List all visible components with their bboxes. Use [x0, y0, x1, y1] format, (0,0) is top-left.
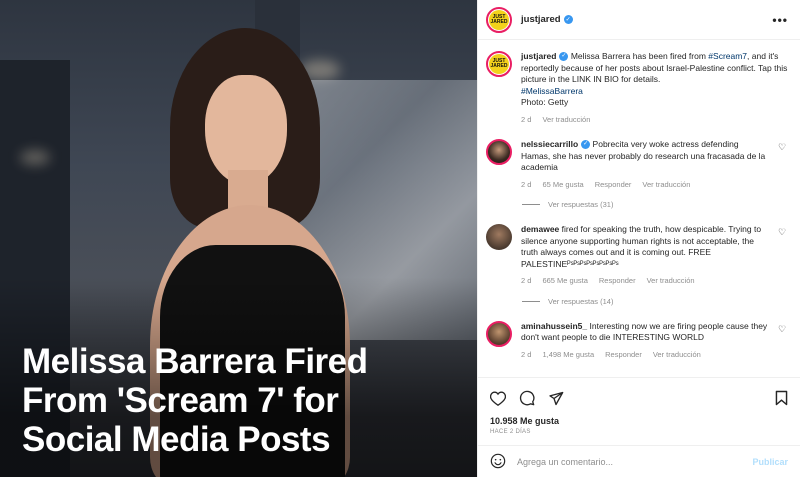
comment-username[interactable]: nelssiecarrillo — [521, 139, 578, 149]
hashtag-link[interactable]: #MelissaBarrera — [521, 86, 583, 96]
caption-text: Melissa Barrera has been fired from — [570, 51, 709, 61]
share-icon[interactable] — [548, 391, 564, 406]
caption-username[interactable]: justjared — [521, 51, 556, 61]
headline-line: Melissa Barrera Fired — [22, 342, 368, 381]
verified-icon: ✓ — [581, 140, 591, 150]
more-options-icon[interactable]: ••• — [772, 13, 788, 27]
translate-button[interactable]: Ver traducción — [642, 179, 690, 191]
comment-input[interactable] — [517, 456, 753, 467]
comment-time[interactable]: 2 d — [521, 275, 531, 287]
comment: nelssiecarrillo ✓ Pobrecita very woke act… — [486, 139, 788, 190]
translate-button[interactable]: Ver traducción — [542, 114, 590, 126]
post-comment-button[interactable]: Publicar — [752, 457, 788, 467]
view-replies[interactable]: Ver respuestas (14) — [522, 297, 788, 306]
caption-avatar-logo: JUST JARED — [489, 54, 509, 74]
translate-button[interactable]: Ver traducción — [647, 275, 695, 287]
caption-time[interactable]: 2 d — [521, 114, 531, 126]
view-replies[interactable]: Ver respuestas (31) — [522, 200, 788, 209]
commenter-avatar[interactable] — [486, 139, 512, 165]
account-username[interactable]: justjared — [521, 14, 561, 25]
instagram-post-view: Melissa Barrera Fired From 'Scream 7' fo… — [0, 0, 800, 477]
person-face — [205, 75, 287, 185]
caption-avatar[interactable]: JUST JARED — [486, 51, 512, 77]
headline-line: From 'Scream 7' for — [22, 381, 339, 420]
add-comment-bar: Publicar — [478, 445, 800, 477]
translate-button[interactable]: Ver traducción — [653, 349, 701, 361]
light-glow — [20, 150, 50, 165]
verified-icon: ✓ — [563, 15, 573, 24]
view-replies-label[interactable]: Ver respuestas (31) — [548, 200, 613, 209]
comment-like-icon[interactable]: ♡ — [778, 324, 788, 361]
photo-credit: Photo: Getty — [521, 97, 569, 107]
comment-icon[interactable] — [519, 390, 535, 406]
comment-like-icon[interactable]: ♡ — [778, 227, 788, 287]
reply-button[interactable]: Responder — [605, 349, 642, 361]
reply-button[interactable]: Responder — [599, 275, 636, 287]
emoji-icon[interactable] — [490, 453, 506, 471]
comment: demawee fired for speaking the truth, ho… — [486, 224, 788, 287]
post-side-panel: JUST JARED justjared ✓ ••• JUST JARED ju… — [477, 0, 800, 477]
comment-time[interactable]: 2 d — [521, 179, 531, 191]
replies-divider — [522, 300, 540, 302]
commenter-avatar[interactable] — [486, 224, 512, 250]
heart-icon[interactable] — [490, 390, 506, 406]
headline-line: Social Media Posts — [22, 420, 331, 459]
comment-username[interactable]: aminahussein5_ — [521, 321, 587, 331]
account-avatar-logo: JUST JARED — [489, 9, 509, 30]
view-replies-label[interactable]: Ver respuestas (14) — [548, 297, 613, 306]
comment-username[interactable]: demawee — [521, 224, 559, 234]
account-avatar[interactable]: JUST JARED — [486, 6, 512, 33]
bookmark-icon[interactable] — [775, 390, 788, 406]
comment-likes[interactable]: 665 Me gusta — [542, 275, 587, 287]
reply-button[interactable]: Responder — [595, 179, 632, 191]
comment: aminahussein5_ Interesting now we are fi… — [486, 320, 788, 361]
post-time[interactable]: HACE 2 DÍAS — [490, 429, 788, 435]
comment-time[interactable]: 2 d — [521, 349, 531, 361]
commenter-avatar[interactable] — [486, 320, 512, 347]
post-image[interactable]: Melissa Barrera Fired From 'Scream 7' fo… — [0, 0, 477, 477]
post-actions: 10.958 Me gusta HACE 2 DÍAS — [478, 377, 800, 435]
comment-like-icon[interactable]: ♡ — [778, 142, 788, 190]
verified-icon: ✓ — [559, 52, 569, 62]
caption: JUST JARED justjared ✓ Melissa Barrera ha… — [486, 51, 788, 125]
like-count[interactable]: 10.958 Me gusta — [490, 416, 788, 426]
post-header: JUST JARED justjared ✓ ••• — [478, 0, 800, 40]
hashtag-link[interactable]: #Scream7 — [708, 51, 747, 61]
replies-divider — [522, 204, 540, 205]
comment-likes[interactable]: 65 Me gusta — [542, 179, 583, 191]
comments-list[interactable]: JUST JARED justjared ✓ Melissa Barrera ha… — [478, 41, 800, 377]
comment-likes[interactable]: 1,498 Me gusta — [542, 349, 594, 361]
headline-text: Melissa Barrera Fired From 'Scream 7' fo… — [22, 342, 368, 459]
